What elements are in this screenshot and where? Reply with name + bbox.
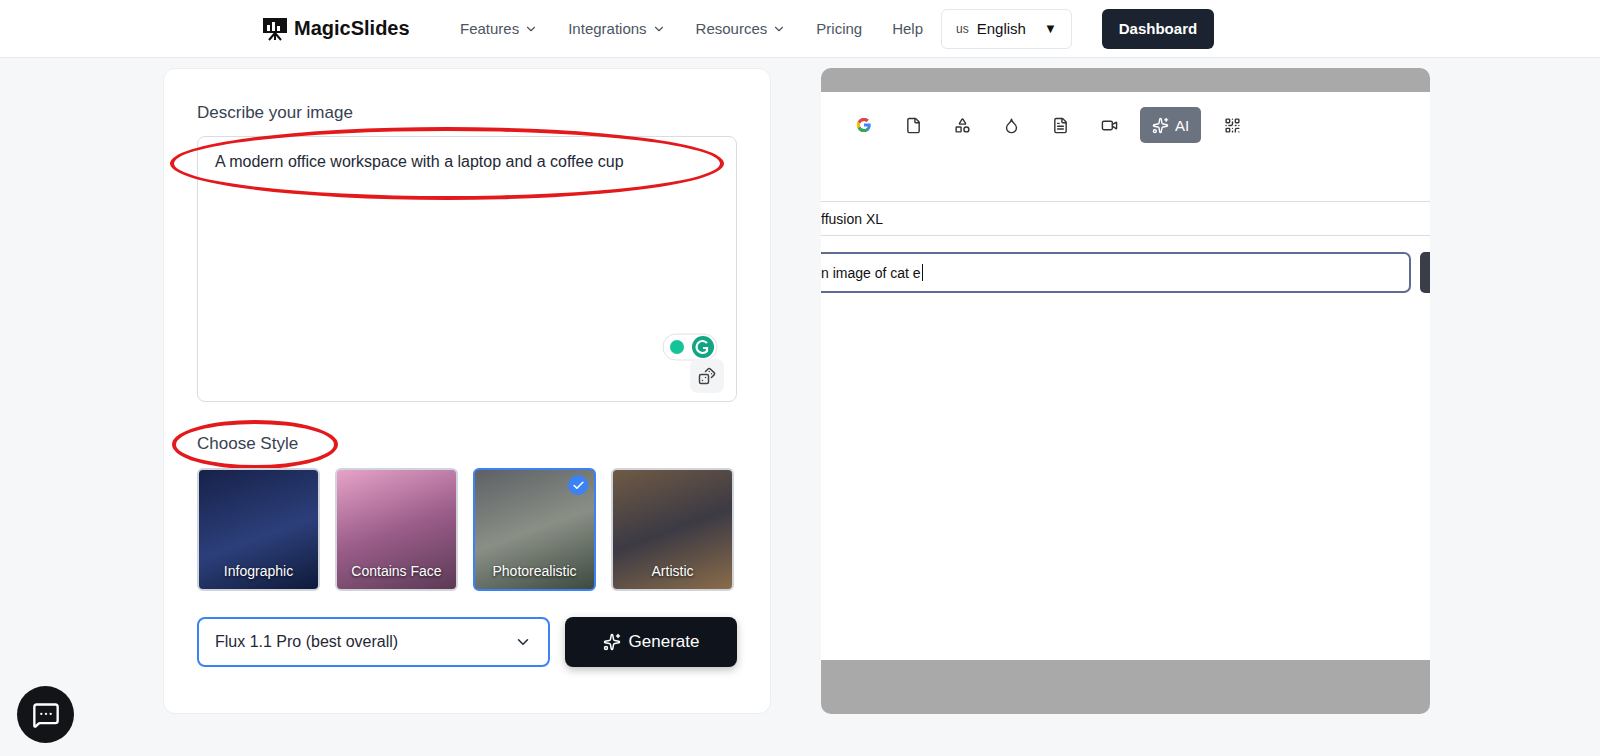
style-card[interactable]: Contains Face [335, 468, 458, 591]
style-label: Choose Style [197, 434, 298, 454]
style-label-text: Artistic [652, 563, 694, 579]
selected-badge [568, 475, 588, 495]
prompt-row: n image of cat e [821, 252, 1430, 293]
prompt-textarea[interactable]: A modern office workspace with a laptop … [197, 136, 737, 402]
toolbar-button[interactable] [993, 107, 1029, 143]
drop-icon [1003, 117, 1020, 134]
nav-item[interactable]: Integrations [568, 20, 665, 37]
toolbar-button[interactable] [1091, 107, 1127, 143]
style-card[interactable]: Artistic [611, 468, 734, 591]
language-select[interactable]: usEnglish▼ [941, 9, 1072, 49]
video-icon [1101, 117, 1118, 134]
style-label-text: Photorealistic [492, 563, 576, 579]
logo-icon [262, 17, 288, 41]
toolbar-button[interactable] [895, 107, 931, 143]
toolbar-button[interactable] [1214, 107, 1250, 143]
nav-item[interactable]: Resources [696, 20, 787, 37]
style-label-text: Contains Face [351, 563, 441, 579]
screenshot-content: AI ffusion XL n image of cat e [821, 92, 1430, 660]
sparkles-icon [603, 633, 621, 651]
top-nav: MagicSlides Features Integrations Resources… [0, 0, 1600, 58]
prompt-label: Describe your image [197, 103, 353, 123]
extension-icons [662, 333, 718, 361]
nav-item[interactable]: Help [892, 20, 923, 37]
shapes-icon [954, 117, 971, 134]
chevron-down-icon [652, 22, 666, 36]
google-icon [855, 116, 873, 134]
toolbar-button[interactable] [846, 107, 882, 143]
chevron-down-icon [524, 22, 538, 36]
dashboard-button[interactable]: Dashboard [1102, 9, 1214, 49]
file-icon [905, 117, 922, 134]
model-row[interactable]: ffusion XL [821, 201, 1430, 236]
sparkles-icon [1152, 117, 1169, 134]
main: Describe your image A modern office works… [0, 58, 1600, 714]
nav-item[interactable]: Pricing [816, 20, 862, 37]
model-select[interactable]: Flux 1.1 Pro (best overall) [197, 617, 550, 667]
style-card[interactable]: Infographic [197, 468, 320, 591]
pdf-icon [1052, 117, 1069, 134]
image-form-card: Describe your image A modern office works… [163, 68, 771, 714]
random-prompt-button[interactable] [690, 359, 724, 393]
preview-screenshot: AI ffusion XL n image of cat e [821, 68, 1430, 714]
style-label-text: Infographic [224, 563, 293, 579]
style-card[interactable]: Photorealistic [473, 468, 596, 591]
check-icon [572, 479, 585, 492]
logo[interactable]: MagicSlides [262, 17, 412, 41]
dice-icon [698, 367, 716, 385]
action-row: Flux 1.1 Pro (best overall) Generate [197, 617, 737, 667]
nav-item[interactable]: Features [460, 20, 538, 37]
grammarly-icon[interactable] [662, 333, 718, 361]
style-options: Infographic Contains Face Photorealistic Ar… [197, 468, 737, 591]
chevron-down-icon [772, 22, 786, 36]
chevron-down-icon [514, 633, 532, 651]
prompt-input[interactable]: n image of cat e [821, 252, 1411, 293]
page: MagicSlides Features Integrations Resources… [0, 0, 1600, 756]
chat-button[interactable] [17, 686, 74, 743]
chat-icon [32, 701, 60, 729]
toolbar-button[interactable]: AI [1140, 107, 1201, 143]
toolbar-button[interactable] [944, 107, 980, 143]
qr-code-icon [1224, 117, 1241, 134]
submit-button[interactable] [1420, 252, 1430, 293]
nav-list: Features Integrations Resources Pricing Help… [460, 9, 1072, 49]
toolbar-button[interactable] [1042, 107, 1078, 143]
toolbar: AI [821, 92, 1430, 143]
prompt-text: A modern office workspace with a laptop … [215, 153, 719, 171]
generate-button[interactable]: Generate [565, 617, 737, 667]
